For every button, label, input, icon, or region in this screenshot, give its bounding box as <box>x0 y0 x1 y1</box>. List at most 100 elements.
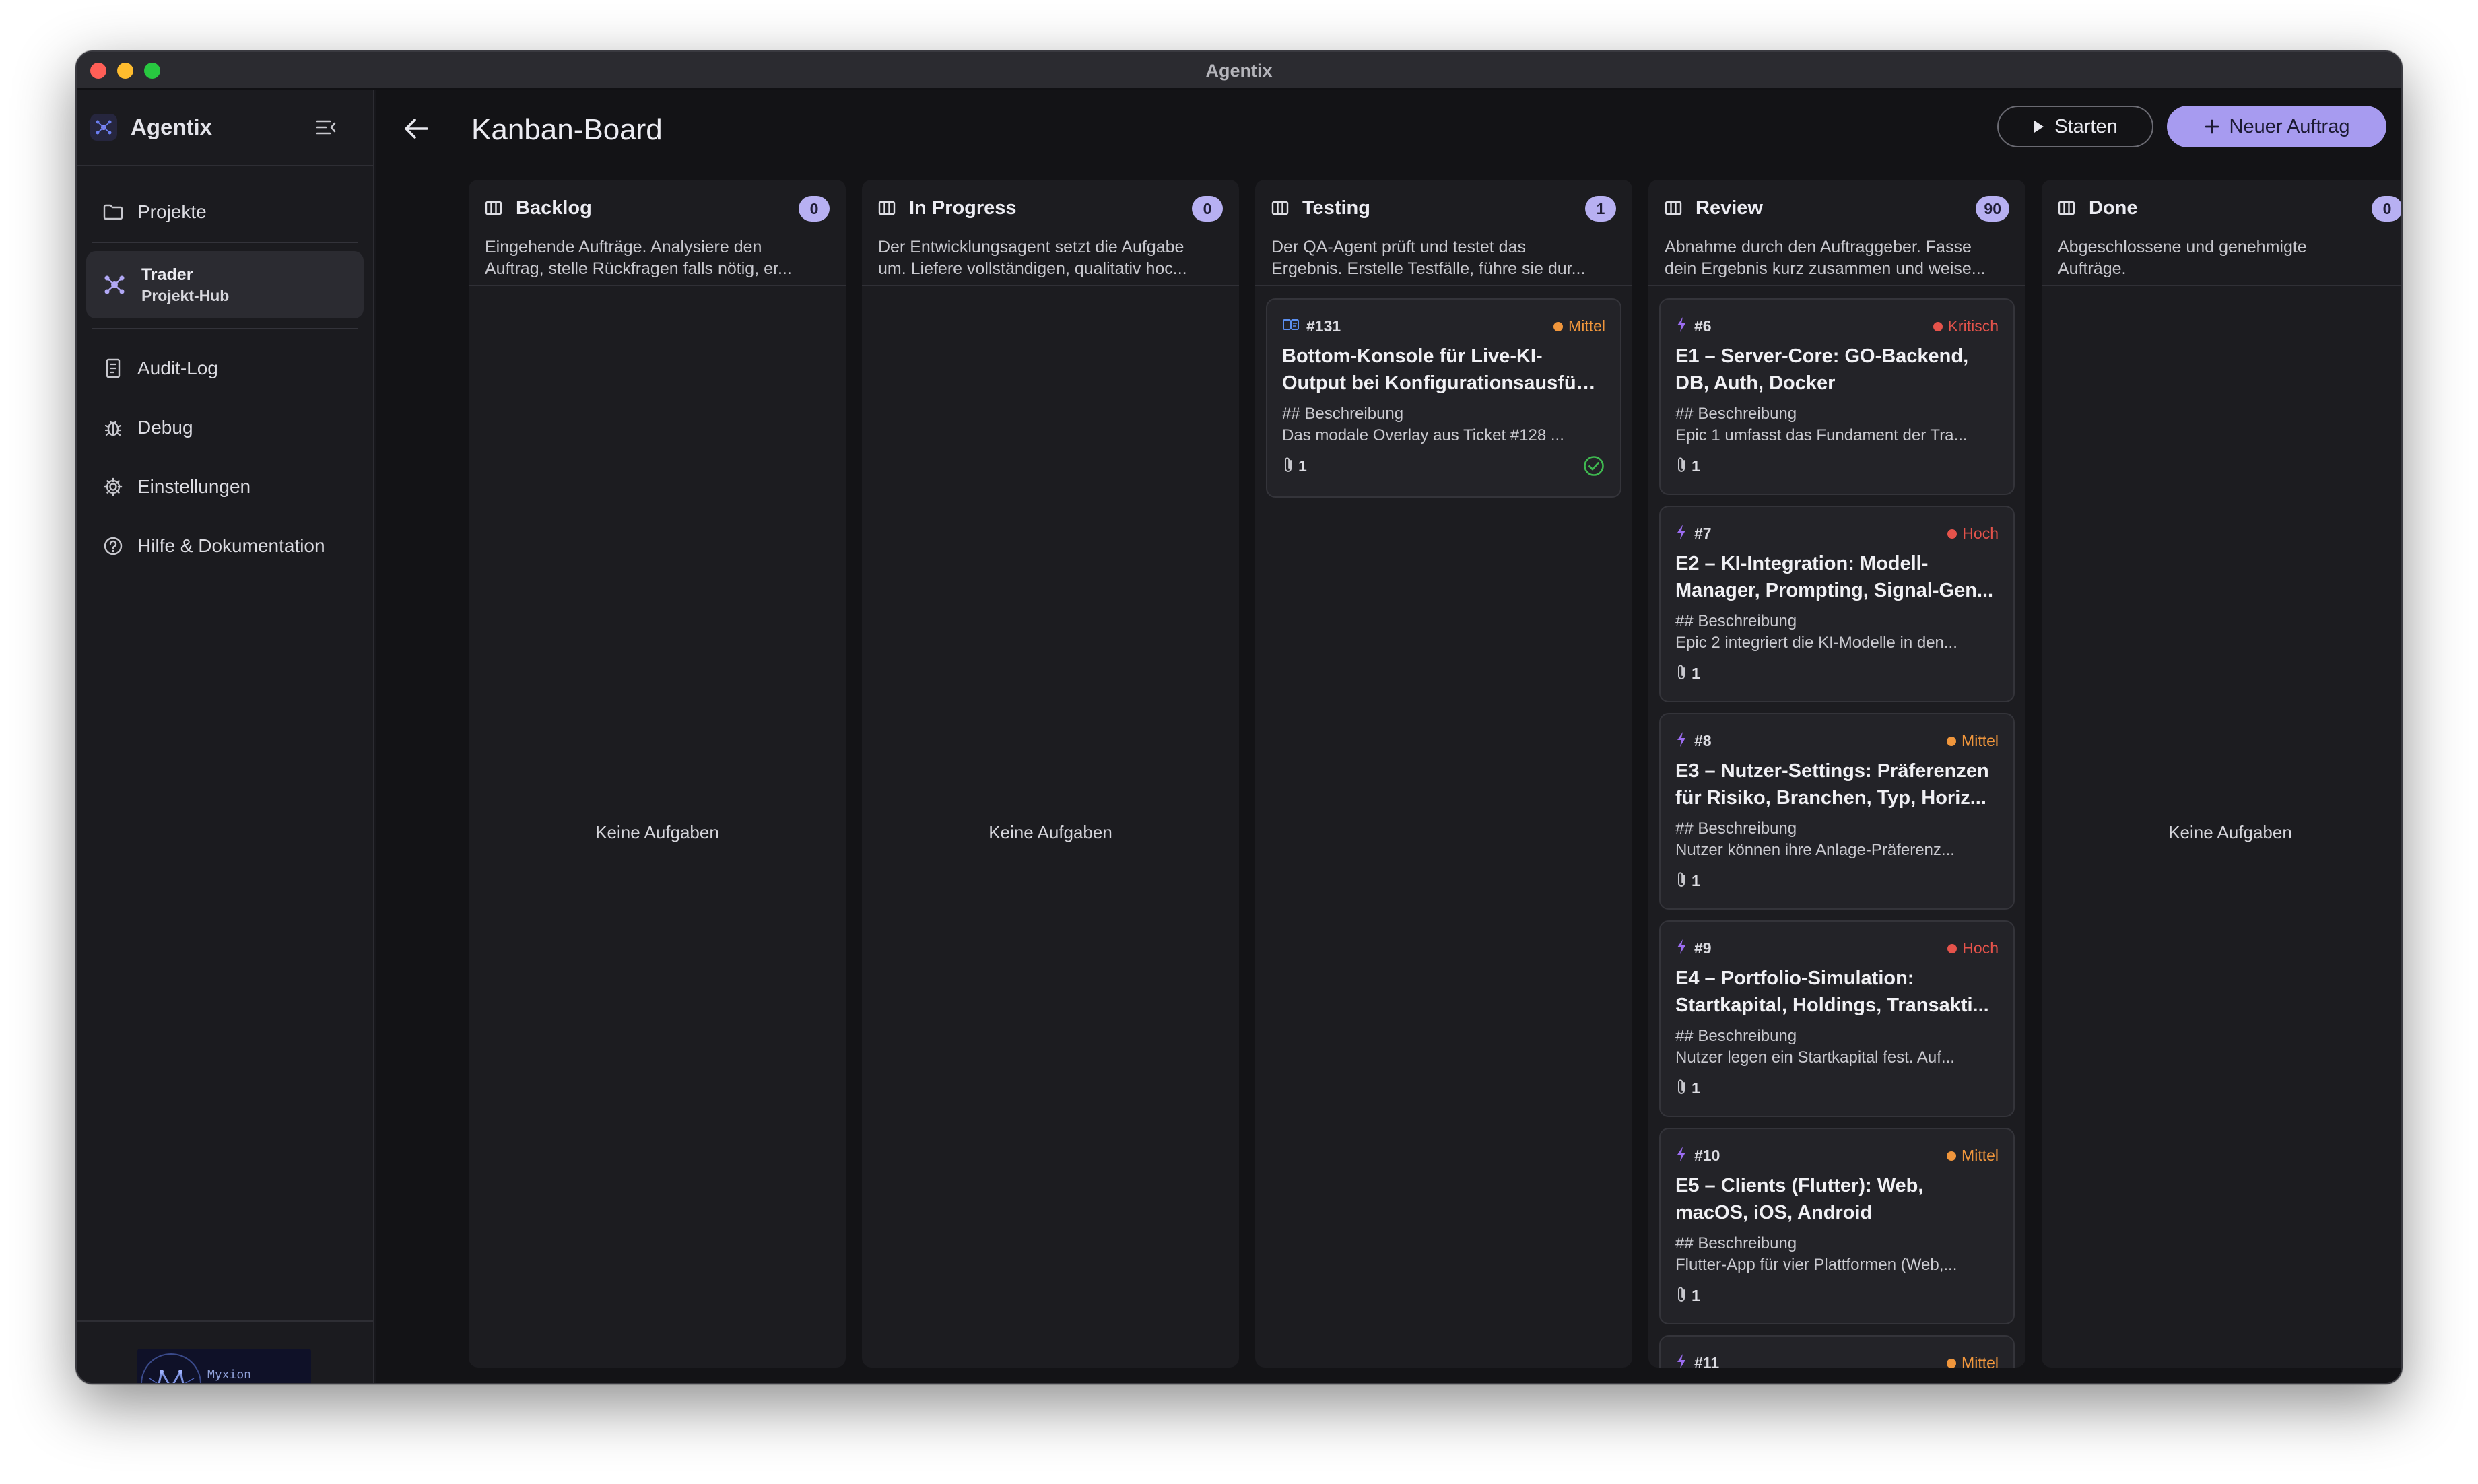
bug-icon <box>101 415 125 440</box>
attachment-count: 1 <box>1692 1286 1700 1304</box>
paperclip-icon <box>1282 456 1294 477</box>
help-icon <box>101 534 125 558</box>
priority-dot <box>1947 943 1957 953</box>
card-title: Bottom-Konsole für Live-KI- Output bei K… <box>1282 343 1605 397</box>
nav-item-projects[interactable]: Projekte <box>86 191 364 234</box>
arrow-left-icon <box>405 119 428 139</box>
card-id: #6 <box>1694 316 1712 335</box>
brand: Agentix <box>90 108 212 146</box>
column-description-line: Eingehende Aufträge. Analysiere den <box>485 238 762 257</box>
card-id: #7 <box>1694 524 1712 542</box>
priority-badge: Mittel <box>1947 1147 1999 1165</box>
gear-icon <box>101 475 125 499</box>
task-card[interactable]: #7 Hoch E2 – KI-Integration: Modell- Man… <box>1659 506 2015 702</box>
title-bar: Agentix <box>77 52 2401 90</box>
paperclip-icon <box>1675 663 1687 684</box>
card-header: #11 Mittel <box>1675 1353 1999 1368</box>
lightning-icon <box>1675 1146 1687 1166</box>
column-header: In Progress 0 <box>878 195 1223 222</box>
card-description-line: Epic 2 integriert die KI-Modelle in den.… <box>1675 634 1957 652</box>
start-button[interactable]: Starten <box>1997 106 2153 147</box>
card-description: ## Beschreibung Epic 1 umfasst das Funda… <box>1675 403 1999 446</box>
task-card[interactable]: #10 Mittel E5 – Clients (Flutter): Web, … <box>1659 1128 2015 1324</box>
priority-label: Kritisch <box>1947 317 1999 335</box>
task-card[interactable]: #131 Mittel Bottom-Konsole für Live-KI- … <box>1266 298 1621 498</box>
task-card[interactable]: #11 Mittel <box>1659 1335 2015 1368</box>
sidebar-divider <box>92 328 358 329</box>
column-header: Testing 1 <box>1271 195 1616 222</box>
card-header: #8 Mittel <box>1675 731 1999 751</box>
story-icon <box>1282 318 1300 335</box>
nav-item-audit-log[interactable]: Audit-Log <box>86 347 364 390</box>
page-header: Kanban-Board Starten Neuer Auftrag <box>376 90 2401 165</box>
agentix-logo-icon <box>90 114 117 141</box>
card-title-line: macOS, iOS, Android <box>1675 1202 1873 1223</box>
card-description-line: ## Beschreibung <box>1675 819 1797 838</box>
card-title: E4 – Portfolio-Simulation: Startkapital,… <box>1675 965 1999 1019</box>
card-description-line: Epic 1 umfasst das Fundament der Tra... <box>1675 426 1968 444</box>
task-card[interactable]: #9 Hoch E4 – Portfolio-Simulation: Start… <box>1659 920 2015 1117</box>
card-id: #10 <box>1694 1146 1720 1164</box>
myxion-logo-text: Myxion <box>207 1368 252 1382</box>
attachment-count: 1 <box>1692 871 1700 889</box>
card-description: ## Beschreibung Flutter-App für vier Pla… <box>1675 1233 1999 1276</box>
card-description-line: Das modale Overlay aus Ticket #128 ... <box>1282 426 1564 444</box>
card-description-line: ## Beschreibung <box>1282 405 1404 423</box>
column-count-badge: 0 <box>1192 196 1223 222</box>
nav-item-debug[interactable]: Debug <box>86 406 364 449</box>
card-id: #11 <box>1694 1353 1720 1368</box>
empty-state: Keine Aufgaben <box>989 822 1112 842</box>
nav-label-audit-log: Audit-Log <box>137 358 218 378</box>
column-title: Testing <box>1302 197 1370 219</box>
back-button[interactable] <box>400 112 432 145</box>
column-description-line: Ergebnis. Erstelle Testfälle, führe sie … <box>1271 259 1586 278</box>
play-icon <box>2033 119 2045 134</box>
column-backlog: Backlog 0 Eingehende Aufträge. Analysier… <box>469 180 846 1368</box>
card-header: #6 Kritisch <box>1675 316 1999 336</box>
priority-badge: Mittel <box>1947 1354 1999 1368</box>
lightning-icon <box>1675 316 1687 336</box>
card-footer: 1 <box>1675 1285 1999 1306</box>
task-card[interactable]: #6 Kritisch E1 – Server-Core: GO-Backend… <box>1659 298 2015 495</box>
empty-state: Keine Aufgaben <box>595 822 719 842</box>
task-card[interactable]: #8 Mittel E3 – Nutzer-Settings: Präferen… <box>1659 713 2015 910</box>
card-description: ## Beschreibung Epic 2 integriert die KI… <box>1675 611 1999 654</box>
priority-label: Mittel <box>1962 1147 1999 1164</box>
priority-dot <box>1947 1358 1957 1368</box>
new-order-button[interactable]: Neuer Auftrag <box>2167 106 2386 147</box>
column-count-badge: 0 <box>799 196 830 222</box>
sidebar: Agentix Projekte Trader Projekt-Hub Audi… <box>77 90 374 1383</box>
column-done: Done 0 Abgeschlossene und genehmigte Auf… <box>2042 180 2401 1368</box>
card-title: E2 – KI-Integration: Modell- Manager, Pr… <box>1675 550 1999 604</box>
column-divider <box>469 285 846 286</box>
card-header: #9 Hoch <box>1675 938 1999 958</box>
card-footer: 1 <box>1675 663 1999 683</box>
priority-badge: Kritisch <box>1933 317 1999 335</box>
column-description-line: Der QA-Agent prüft und testet das <box>1271 238 1526 257</box>
nav-label-help: Hilfe & Dokumentation <box>137 535 325 556</box>
app-window: Agentix Agentix Projekte Trader Projekt-… <box>75 50 2403 1384</box>
attachment-count: 1 <box>1692 457 1700 475</box>
column-title: Done <box>2089 197 2138 219</box>
priority-dot <box>1947 736 1957 746</box>
column-description: Abgeschlossene und genehmigte Aufträge. <box>2058 236 2401 279</box>
check-circle-icon <box>1582 454 1605 481</box>
column-divider <box>1648 285 2025 286</box>
project-item-trader[interactable]: Trader Projekt-Hub <box>86 251 364 318</box>
columns-icon <box>1665 199 1683 217</box>
columns-icon <box>878 199 897 217</box>
column-count-badge: 0 <box>2372 196 2401 222</box>
priority-label: Mittel <box>1962 1354 1999 1368</box>
priority-badge: Hoch <box>1947 939 1999 957</box>
nav-item-settings[interactable]: Einstellungen <box>86 465 364 508</box>
column-in-progress: In Progress 0 Der Entwicklungsagent setz… <box>862 180 1239 1368</box>
column-header: Review 90 <box>1665 195 2009 222</box>
nav-item-help[interactable]: Hilfe & Dokumentation <box>86 525 364 568</box>
priority-label: Mittel <box>1568 317 1605 335</box>
card-title-line: Manager, Prompting, Signal-Gen... <box>1675 580 1994 601</box>
card-title-line: E1 – Server-Core: GO-Backend, <box>1675 345 1969 367</box>
card-title-line: Bottom-Konsole für Live-KI- <box>1282 345 1543 367</box>
collapse-sidebar-button[interactable] <box>312 114 339 141</box>
priority-badge: Mittel <box>1947 732 1999 750</box>
column-description-line: Abgeschlossene und genehmigte <box>2058 238 2307 257</box>
